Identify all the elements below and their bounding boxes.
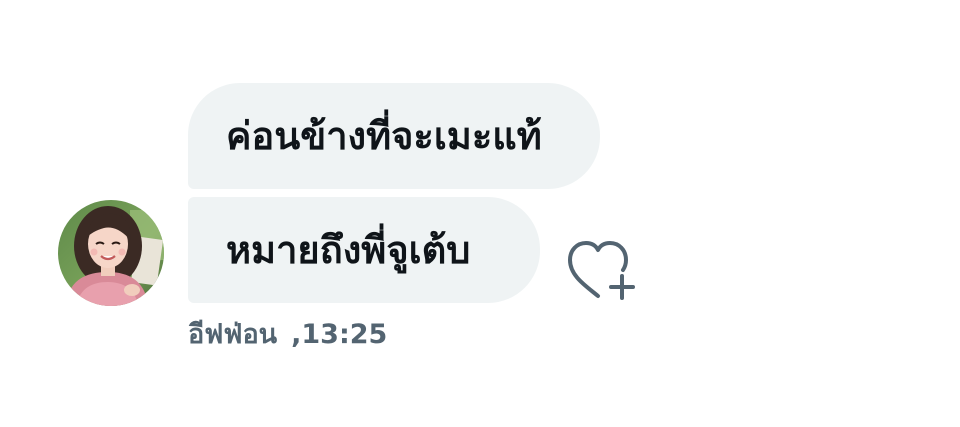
avatar[interactable] [58, 200, 164, 306]
message-meta: อีฟฟ่อน ,13:25 [188, 318, 387, 352]
message-bubble[interactable]: ค่อนข้างที่จะเมะแท้ [188, 83, 600, 189]
sender-name: อีฟฟ่อน [188, 319, 278, 350]
message-timestamp: ,13:25 [291, 319, 388, 350]
dm-conversation: ค่อนข้างที่จะเมะแท้ หมายถึงพี่จูเต้บ อีฟ… [0, 0, 960, 427]
heart-plus-icon [568, 241, 635, 300]
add-reaction-button[interactable] [564, 236, 638, 302]
message-text: ค่อนข้างที่จะเมะแท้ [226, 114, 542, 158]
message-text: หมายถึงพี่จูเต้บ [226, 228, 471, 272]
avatar-image [58, 200, 164, 306]
message-bubble[interactable]: หมายถึงพี่จูเต้บ [188, 197, 540, 303]
